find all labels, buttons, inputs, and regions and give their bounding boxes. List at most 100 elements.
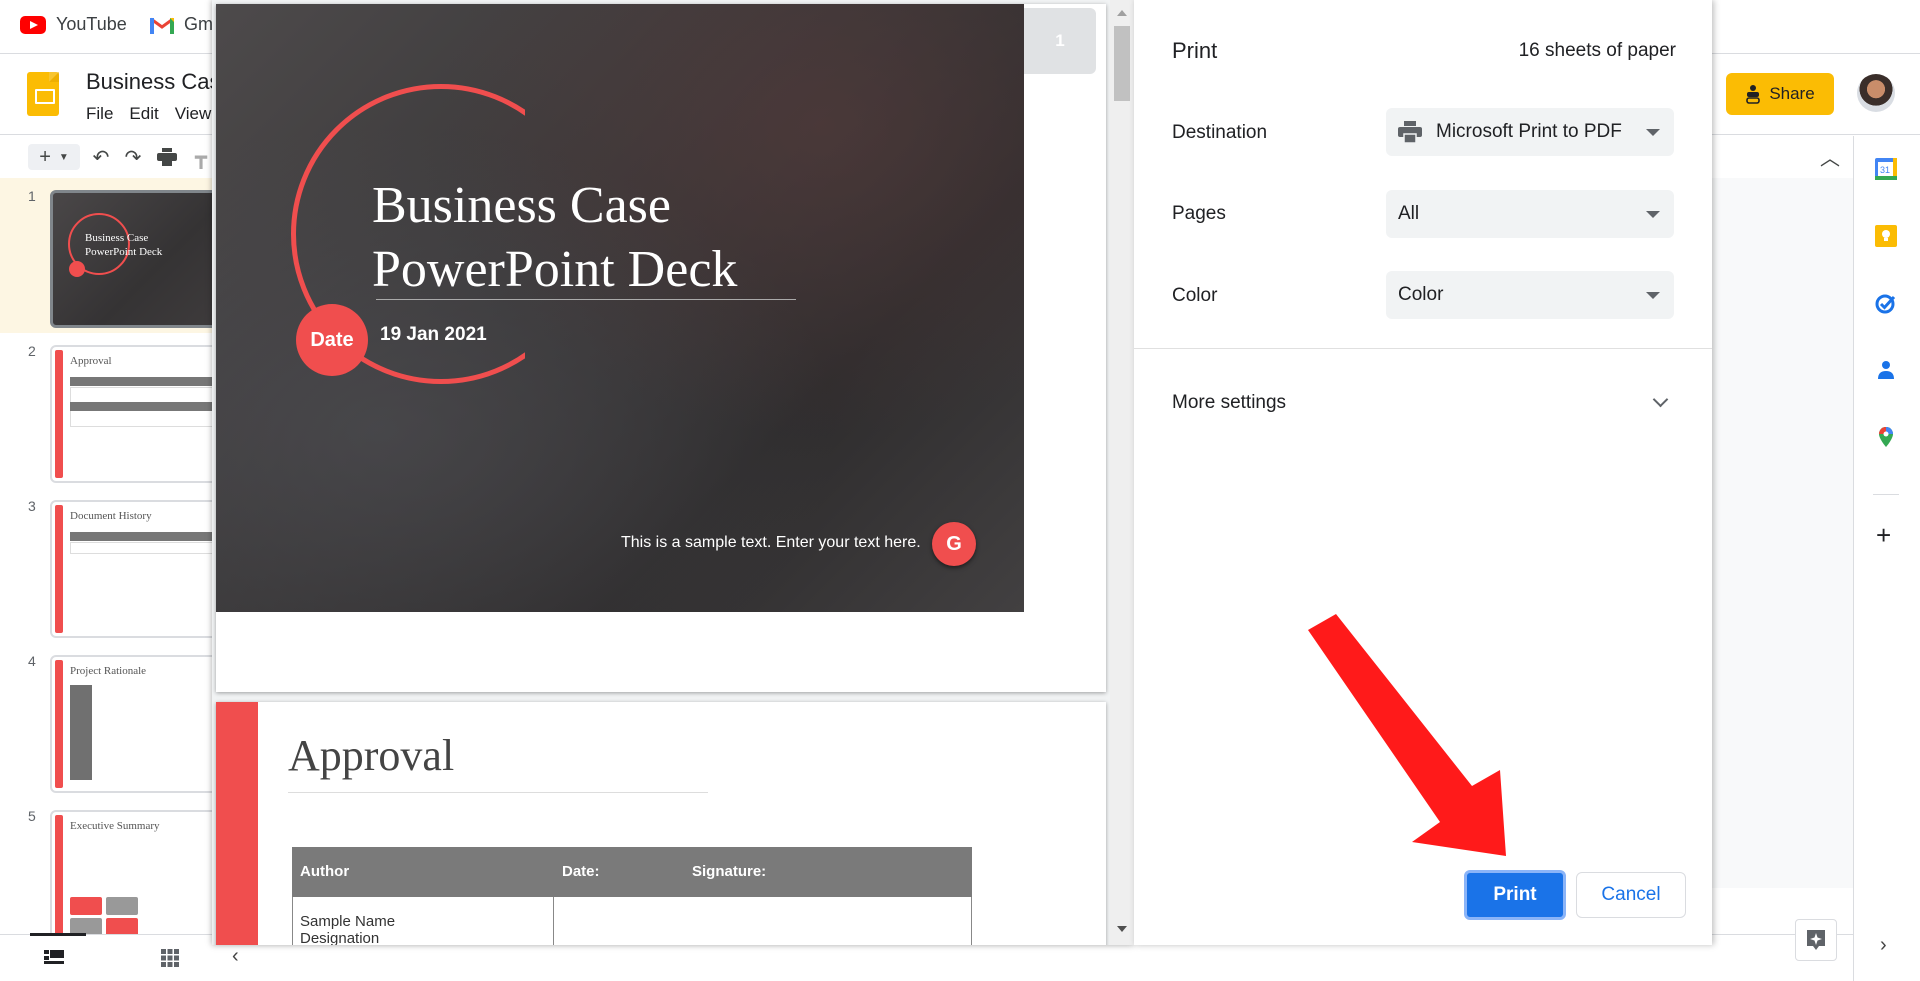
slide-filmstrip: 1 Business Case PowerPoint Deck 2 Approv… [0, 178, 215, 934]
table-header: Author Date: Signature: [292, 847, 972, 897]
slide-thumbnail: Project Rationale [50, 655, 215, 793]
keep-icon [1875, 225, 1897, 247]
bookmark-gmail[interactable]: Gm [150, 14, 213, 35]
destination-select[interactable]: Microsoft Print to PDF [1386, 108, 1674, 156]
slide-thumbnail: Approval [50, 345, 215, 483]
slide-thumbnail: Document History [50, 500, 215, 638]
preview-page-1: Business Case PowerPoint Deck Date 19 Ja… [216, 4, 1106, 692]
title-slide: Business Case PowerPoint Deck Date 19 Ja… [216, 4, 1024, 612]
printer-icon [1398, 121, 1422, 143]
side-panel: 31 + › [1853, 136, 1920, 981]
date-value: 19 Jan 2021 [380, 324, 487, 345]
bookmark-youtube[interactable]: YouTube [20, 14, 127, 35]
paint-format-button[interactable]: ┳ [190, 144, 212, 170]
filmstrip-slide[interactable]: 1 Business Case PowerPoint Deck [0, 178, 215, 333]
preview-scrollbar[interactable] [1110, 0, 1134, 945]
dropdown-caret-icon [1646, 129, 1660, 136]
tasks-icon [1875, 294, 1896, 314]
explore-button[interactable] [1795, 919, 1837, 961]
more-settings-toggle[interactable]: More settings [1172, 391, 1674, 418]
gmail-icon [150, 17, 174, 34]
filmstrip-slide[interactable]: 4 Project Rationale [0, 643, 215, 798]
slides-logo-icon[interactable] [27, 72, 59, 116]
side-panel-divider [1873, 494, 1899, 495]
pages-select[interactable]: All [1386, 190, 1674, 238]
settings-divider [1134, 348, 1712, 349]
menu-bar: File Edit View [86, 104, 211, 124]
preview-page-2: Approval Author Date: Signature: Sample … [216, 702, 1106, 945]
active-view-indicator [30, 933, 86, 936]
collapse-toolbar-button[interactable]: ︿ [1820, 142, 1840, 171]
menu-file[interactable]: File [86, 104, 113, 124]
menu-edit[interactable]: Edit [129, 104, 158, 124]
grid-view-icon [161, 949, 179, 967]
chevron-right-icon: › [1880, 934, 1887, 956]
date-badge: Date [296, 304, 368, 376]
contacts-app-button[interactable] [1875, 359, 1897, 381]
filmstrip-slide[interactable]: 3 Document History [0, 488, 215, 643]
redo-icon: ↷ [124, 146, 142, 169]
paint-roller-icon: ┳ [194, 146, 208, 169]
print-preview: Business Case PowerPoint Deck Date 19 Ja… [212, 0, 1134, 945]
editor-canvas-area [1710, 178, 1860, 888]
print-settings-panel: Print 16 sheets of paper Destination Mic… [1134, 0, 1712, 945]
sheet-count: 16 sheets of paper [1518, 40, 1676, 61]
print-toolbar-button[interactable] [154, 144, 180, 170]
destination-label: Destination [1172, 122, 1268, 143]
filmstrip-view-button[interactable] [44, 949, 64, 965]
scrollbar-thumb[interactable] [1114, 26, 1130, 101]
grid-view-button[interactable] [161, 949, 179, 967]
print-button[interactable]: Print [1464, 870, 1566, 920]
color-label: Color [1172, 285, 1218, 306]
plus-icon: + [1876, 520, 1892, 550]
approval-table: Author Date: Signature: Sample Name Desi… [292, 847, 972, 945]
slide-title: Approval [288, 731, 455, 780]
share-button[interactable]: Share [1726, 73, 1834, 115]
youtube-icon [20, 15, 46, 34]
sample-text: This is a sample text. Enter your text h… [621, 534, 921, 551]
printer-icon [157, 148, 177, 166]
calendar-icon: 31 [1875, 158, 1897, 180]
contacts-icon [1878, 361, 1894, 379]
cancel-button[interactable]: Cancel [1576, 872, 1686, 918]
chevron-down-icon: ▼ [58, 151, 69, 163]
collapse-filmstrip-button[interactable]: ‹ [232, 945, 239, 968]
chevron-down-icon [1652, 391, 1669, 408]
accent-bar [216, 702, 258, 945]
pages-label: Pages [1172, 203, 1226, 224]
filmstrip-slide[interactable]: 2 Approval [0, 333, 215, 488]
scroll-up-arrow-icon[interactable] [1117, 10, 1127, 16]
sparkle-icon [1807, 930, 1825, 950]
title-underline [288, 792, 708, 793]
add-addon-button[interactable]: + [1876, 522, 1891, 548]
scroll-down-arrow-icon[interactable] [1117, 926, 1127, 932]
title-underline [376, 299, 796, 300]
menu-view[interactable]: View [175, 104, 212, 124]
chevron-left-icon: ‹ [232, 945, 239, 967]
print-dialog-title: Print [1172, 38, 1218, 63]
dropdown-caret-icon [1646, 211, 1660, 218]
color-select[interactable]: Color [1386, 271, 1674, 319]
user-avatar[interactable] [1857, 74, 1895, 112]
calendar-app-button[interactable]: 31 [1875, 158, 1897, 180]
keep-app-button[interactable] [1875, 225, 1897, 247]
table-row: Sample Name Designation [292, 897, 972, 945]
dropdown-caret-icon [1646, 292, 1660, 299]
svg-text:31: 31 [1880, 165, 1890, 175]
maps-app-button[interactable] [1875, 426, 1897, 448]
redo-button[interactable]: ↷ [120, 144, 146, 170]
maps-icon [1879, 427, 1893, 447]
slide-thumbnail: Business Case PowerPoint Deck [50, 190, 215, 328]
filmstrip-view-icon [44, 950, 64, 964]
plus-icon: + [39, 145, 51, 168]
new-slide-button[interactable]: + ▼ [28, 144, 80, 170]
tasks-app-button[interactable] [1875, 292, 1897, 314]
document-title[interactable]: Business Cas [86, 69, 221, 95]
share-lock-icon [1746, 85, 1761, 104]
filmstrip-slide[interactable]: 5 Executive Summary [0, 798, 215, 934]
undo-button[interactable]: ↶ [88, 144, 114, 170]
chevron-up-icon: ︿ [1820, 148, 1840, 170]
page-number-badge: 1 [1024, 8, 1096, 74]
expand-side-panel-button[interactable]: › [1880, 934, 1887, 957]
slide-title: Business Case PowerPoint Deck [372, 177, 738, 298]
